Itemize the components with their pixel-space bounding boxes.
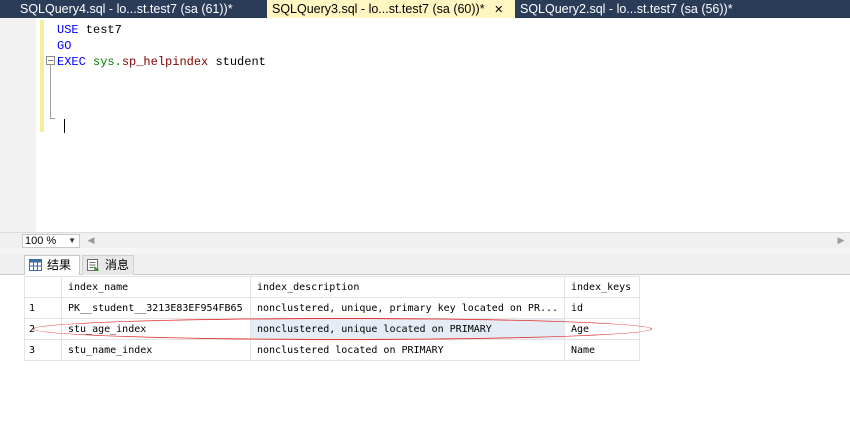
editor-gutter [0, 18, 36, 232]
selected-cell[interactable]: nonclustered, unique located on PRIMARY [250, 318, 565, 340]
tab-label: 结果 [47, 258, 72, 272]
tab-title: SQLQuery3.sql - lo...st.test7 (sa (60))* [272, 2, 485, 16]
fold-guide-end [50, 118, 55, 119]
scroll-left-arrow[interactable]: ◀ [84, 234, 98, 248]
row-number-header[interactable] [24, 276, 62, 298]
tab-label: 消息 [105, 258, 130, 272]
column-header[interactable]: index_description [250, 276, 565, 298]
table-cell[interactable]: stu_age_index [61, 318, 251, 340]
close-icon[interactable]: ✕ [494, 1, 503, 18]
text-caret [64, 119, 65, 133]
code-text: student [208, 55, 266, 69]
zoom-value: 100 % [25, 235, 57, 247]
grid-icon [29, 259, 42, 271]
table-cell[interactable]: nonclustered, unique, primary key locate… [250, 297, 565, 319]
header-row: index_name index_description index_keys [24, 276, 640, 298]
table-cell[interactable]: stu_name_index [61, 339, 251, 361]
tab-sqlquery4[interactable]: SQLQuery4.sql - lo...st.test7 (sa (61))* [15, 0, 265, 18]
table-row: 1 PK__student__3213E83EF954FB65 nonclust… [24, 297, 640, 319]
chevron-down-icon: ▼ [68, 236, 76, 245]
query-editor[interactable]: − USE test7 GO EXEC sys.sp_helpindex stu… [0, 18, 850, 232]
table-cell[interactable]: Age [564, 318, 640, 340]
procedure-name: sp_helpindex [121, 55, 209, 69]
editor-horizontal-bar: 100 % ▼ ◀ ▶ [0, 232, 850, 248]
row-number[interactable]: 2 [24, 318, 62, 340]
keyword: USE [57, 23, 79, 37]
table-cell[interactable]: nonclustered located on PRIMARY [250, 339, 565, 361]
table-row: 3 stu_name_index nonclustered located on… [24, 339, 640, 361]
tab-messages[interactable]: 消息 [82, 255, 134, 275]
tab-results[interactable]: 结果 [24, 255, 80, 275]
row-number[interactable]: 1 [24, 297, 62, 319]
change-tracking-bar [40, 20, 44, 132]
document-tab-strip: SQLQuery4.sql - lo...st.test7 (sa (61))*… [0, 0, 850, 18]
code-line-3: EXEC sys.sp_helpindex student [57, 54, 266, 70]
code-line-2: GO [57, 38, 71, 54]
fold-guide-line [50, 63, 51, 118]
tab-title: SQLQuery4.sql - lo...st.test7 (sa (61))* [20, 2, 233, 16]
messages-icon [87, 259, 100, 271]
scroll-right-arrow[interactable]: ▶ [834, 234, 848, 248]
table-cell[interactable]: PK__student__3213E83EF954FB65 [61, 297, 251, 319]
results-grid[interactable]: index_name index_description index_keys … [24, 276, 850, 446]
row-number[interactable]: 3 [24, 339, 62, 361]
results-table: index_name index_description index_keys … [24, 276, 640, 361]
zoom-select[interactable]: 100 % ▼ [22, 234, 80, 248]
keyword: EXEC [57, 55, 86, 69]
result-tab-strip: 结果 消息 [0, 254, 850, 275]
table-cell[interactable]: Name [564, 339, 640, 361]
code-line-1: USE test7 [57, 22, 122, 38]
column-header[interactable]: index_keys [564, 276, 640, 298]
tab-sqlquery3[interactable]: SQLQuery3.sql - lo...st.test7 (sa (60))*… [267, 0, 515, 18]
tab-title: SQLQuery2.sql - lo...st.test7 (sa (56))* [520, 2, 733, 16]
table-cell[interactable]: id [564, 297, 640, 319]
collapse-icon[interactable]: − [46, 56, 55, 65]
schema-name: sys. [85, 55, 122, 69]
table-row: 2 stu_age_index nonclustered, unique loc… [24, 318, 640, 340]
tab-sqlquery2[interactable]: SQLQuery2.sql - lo...st.test7 (sa (56))* [515, 0, 850, 18]
column-header[interactable]: index_name [61, 276, 251, 298]
code-text: test7 [78, 23, 122, 37]
keyword: GO [57, 39, 72, 53]
